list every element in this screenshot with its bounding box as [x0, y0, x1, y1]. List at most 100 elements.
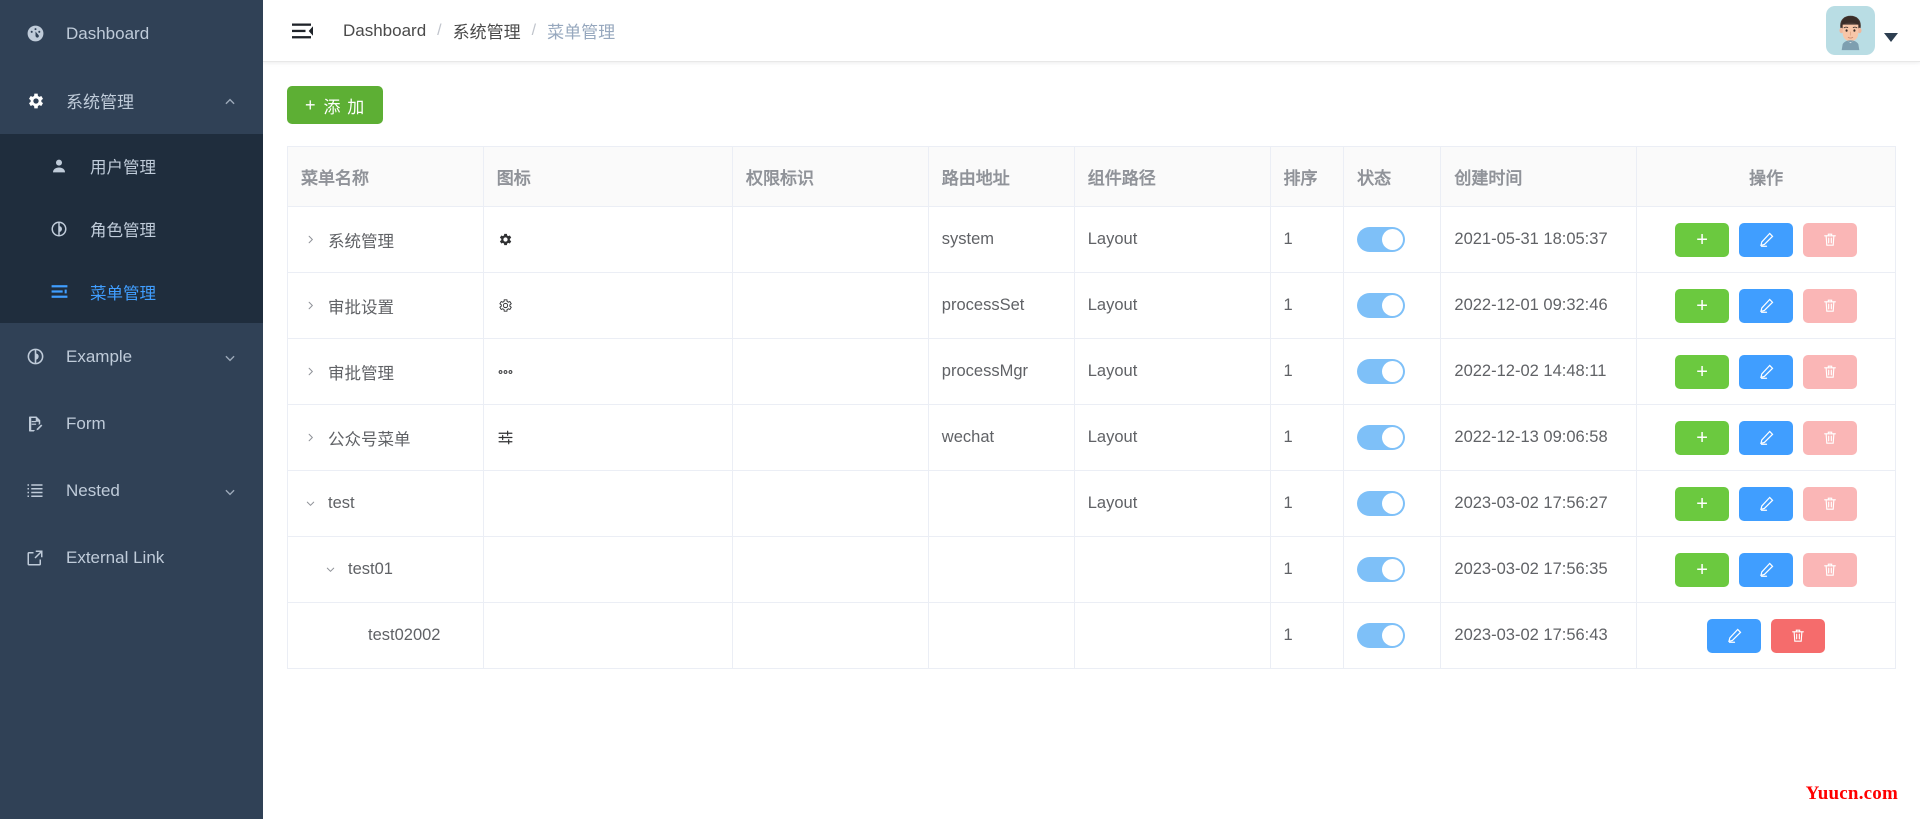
tree-toggle-icon[interactable]: [301, 300, 319, 311]
user-menu-trigger[interactable]: [1826, 6, 1898, 55]
cell-sort: 1: [1270, 338, 1345, 405]
row-delete-button[interactable]: [1771, 618, 1826, 653]
row-add-button[interactable]: +: [1675, 486, 1730, 521]
table-row: test Layout 1 2023-03-02 17:56:27 +: [287, 470, 1896, 537]
row-add-button[interactable]: +: [1675, 288, 1730, 323]
cell-component: Layout: [1074, 338, 1271, 405]
cell-status: [1343, 272, 1442, 339]
cell-actions: [1636, 602, 1896, 669]
app-root: Dashboard 系统管理 用户管理 角色管理 菜单管理 Example Fo…: [0, 0, 1920, 819]
user-icon: [50, 157, 76, 175]
sidebar-item-form[interactable]: Form: [0, 390, 263, 457]
cell-component: Layout: [1074, 404, 1271, 471]
status-toggle[interactable]: [1357, 359, 1406, 384]
tree-toggle-icon[interactable]: [321, 564, 339, 575]
cell-created-time: 2023-03-02 17:56:27: [1440, 470, 1638, 537]
row-edit-button[interactable]: [1739, 354, 1794, 389]
row-delete-button[interactable]: [1803, 420, 1858, 455]
row-delete-button[interactable]: [1803, 354, 1858, 389]
cell-route: wechat: [928, 404, 1075, 471]
sidebar-item-menu-management[interactable]: 菜单管理: [0, 260, 263, 323]
sidebar-item-role-management[interactable]: 角色管理: [0, 197, 263, 260]
menu-name-text: 系统管理: [328, 232, 394, 251]
cell-sort: 1: [1270, 536, 1345, 603]
status-toggle[interactable]: [1357, 623, 1406, 648]
cell-created-time: 2023-03-02 17:56:35: [1440, 536, 1638, 603]
cell-permission: [732, 602, 929, 669]
sidebar-item-user-management[interactable]: 用户管理: [0, 134, 263, 197]
caret-down-icon: [1884, 33, 1898, 42]
status-toggle[interactable]: [1357, 491, 1406, 516]
cell-actions: +: [1636, 404, 1896, 471]
cell-status: [1343, 536, 1442, 603]
cell-route: processMgr: [928, 338, 1075, 405]
tree-toggle-icon[interactable]: [301, 498, 319, 509]
cell-menu-name: 审批管理: [287, 338, 484, 405]
cell-status: [1343, 470, 1442, 537]
toggle-knob: [1382, 229, 1404, 250]
more-dots-icon: [497, 367, 719, 377]
sidebar-item-example[interactable]: Example: [0, 323, 263, 390]
navbar: Dashboard / 系统管理 / 菜单管理: [263, 0, 1920, 62]
row-edit-button[interactable]: [1739, 288, 1794, 323]
menu-list-icon: [50, 282, 76, 301]
cell-route: [928, 602, 1075, 669]
table-row: test02002 1 2023-03-02 17:56:43: [287, 602, 1896, 669]
cell-menu-name: test: [287, 470, 484, 537]
cell-sort: 1: [1270, 206, 1345, 273]
status-toggle[interactable]: [1357, 425, 1406, 450]
row-edit-button[interactable]: [1739, 222, 1794, 257]
sidebar-item-label: 菜单管理: [90, 284, 156, 303]
cell-menu-name: 公众号菜单: [287, 404, 484, 471]
plus-icon: +: [1696, 294, 1708, 317]
cell-actions: +: [1636, 206, 1896, 273]
row-edit-button[interactable]: [1739, 552, 1794, 587]
hamburger-collapse-icon[interactable]: [291, 19, 315, 43]
table-row: 公众号菜单 wechat Layout 1 2022-12-13 09:06:58 +: [287, 404, 1896, 471]
menu-table: 菜单名称 图标 权限标识 路由地址 组件路径 排序 状态 创建时间 操作 系统管…: [287, 146, 1896, 669]
cell-permission: [732, 272, 929, 339]
cell-permission: [732, 404, 929, 471]
tree-toggle-icon[interactable]: [301, 432, 319, 443]
row-delete-button[interactable]: [1803, 486, 1858, 521]
row-add-button[interactable]: +: [1675, 420, 1730, 455]
external-link-icon: [26, 549, 52, 567]
breadcrumb-item-dashboard[interactable]: Dashboard: [343, 21, 426, 41]
col-header-icon: 图标: [483, 146, 734, 207]
breadcrumb-separator: /: [531, 21, 537, 39]
form-icon: [26, 415, 52, 433]
breadcrumb-item-system-management[interactable]: 系统管理: [453, 18, 521, 43]
row-edit-button[interactable]: [1739, 420, 1794, 455]
tree-toggle-icon[interactable]: [301, 366, 319, 377]
status-toggle[interactable]: [1357, 293, 1406, 318]
sidebar-item-nested[interactable]: Nested: [0, 457, 263, 524]
row-delete-button[interactable]: [1803, 288, 1858, 323]
cell-status: [1343, 206, 1442, 273]
row-delete-button[interactable]: [1803, 552, 1858, 587]
cell-created-time: 2023-03-02 17:56:43: [1440, 602, 1638, 669]
cell-component: Layout: [1074, 272, 1271, 339]
status-toggle[interactable]: [1357, 227, 1406, 252]
row-add-button[interactable]: +: [1675, 552, 1730, 587]
row-edit-button[interactable]: [1739, 486, 1794, 521]
plus-icon: +: [1696, 426, 1708, 449]
row-add-button[interactable]: +: [1675, 222, 1730, 257]
tree-toggle-icon[interactable]: [301, 234, 319, 245]
col-header-created: 创建时间: [1440, 146, 1638, 207]
action-button-group: [1650, 618, 1882, 653]
action-button-group: +: [1650, 420, 1882, 455]
sidebar-item-system-management[interactable]: 系统管理: [0, 67, 263, 134]
status-toggle[interactable]: [1357, 557, 1406, 582]
toggle-knob: [1382, 427, 1404, 448]
add-button[interactable]: + 添 加: [287, 86, 384, 124]
row-edit-button[interactable]: [1707, 618, 1762, 653]
sidebar-item-external-link[interactable]: External Link: [0, 524, 263, 591]
sidebar: Dashboard 系统管理 用户管理 角色管理 菜单管理 Example Fo…: [0, 0, 263, 819]
row-add-button[interactable]: +: [1675, 354, 1730, 389]
cell-component: Layout: [1074, 470, 1271, 537]
row-delete-button[interactable]: [1803, 222, 1858, 257]
action-button-group: +: [1650, 552, 1882, 587]
chevron-up-icon: [223, 94, 237, 108]
sidebar-item-dashboard[interactable]: Dashboard: [0, 0, 263, 67]
cell-sort: 1: [1270, 272, 1345, 339]
